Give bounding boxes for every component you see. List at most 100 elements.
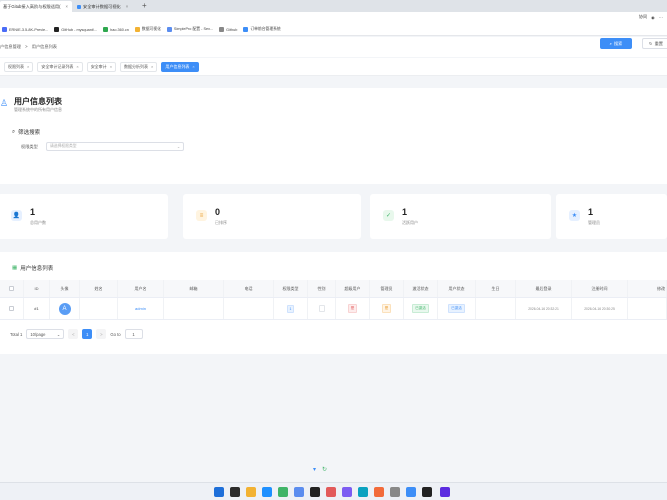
app-icon[interactable] xyxy=(326,487,336,497)
checkbox[interactable] xyxy=(9,306,14,311)
header-staff[interactable]: 管理员 xyxy=(370,280,404,297)
taskview-icon[interactable] xyxy=(230,487,240,497)
table-row[interactable]: #1 A admin 1 是 是 已激活 已激活 2026-04-16 20:3… xyxy=(0,298,667,320)
browser-toolbar-right: 协同 ◉ ⋯ xyxy=(639,14,663,20)
cell-active: 已激活 xyxy=(404,298,438,319)
header-id[interactable]: ID xyxy=(24,280,50,297)
app-icon[interactable] xyxy=(406,487,416,497)
folder-icon xyxy=(134,27,140,32)
header-name[interactable]: 姓名 xyxy=(80,280,118,297)
cell-date-joined: 2026-04-16 20:30:25 xyxy=(572,298,628,319)
cell-edit[interactable] xyxy=(628,298,667,319)
cell-avatar: A xyxy=(50,298,80,319)
browser-icon[interactable] xyxy=(262,487,272,497)
close-icon[interactable]: × xyxy=(76,64,78,69)
bookmark-item[interactable]: SimplePro 配置 - Sex... xyxy=(166,27,213,32)
app-icon[interactable] xyxy=(342,487,352,497)
bookmark-item[interactable]: hao.360.cn xyxy=(103,27,129,32)
page-tab[interactable]: 安全审计 × xyxy=(86,61,117,72)
app-icon[interactable] xyxy=(374,487,384,497)
goto-page-input[interactable]: 1 xyxy=(124,329,143,339)
search-button[interactable]: ⌕ 搜索 xyxy=(600,38,632,49)
breadcrumb-item[interactable]: 户信息管理 xyxy=(0,44,21,49)
role-tag: 1 xyxy=(286,304,295,313)
header-gender[interactable]: 性别 xyxy=(308,280,336,297)
profile-label[interactable]: 协同 xyxy=(639,14,647,20)
close-icon[interactable]: × xyxy=(126,4,128,9)
bookmark-icon xyxy=(103,27,109,32)
header-phone[interactable]: 电话 xyxy=(224,280,274,297)
stat-value: 1 xyxy=(402,207,408,217)
refresh-icon[interactable]: ↻ xyxy=(322,466,327,473)
terminal-icon[interactable] xyxy=(310,487,320,497)
bookmark-item[interactable]: GitHub - mysquant/... xyxy=(54,27,97,32)
close-icon[interactable]: × xyxy=(192,64,194,69)
checkbox[interactable] xyxy=(9,286,14,291)
cell-username[interactable]: admin xyxy=(118,298,164,319)
browser-tab-1[interactable]: 基于Gitub接入高阶与权限适用( × xyxy=(0,1,72,12)
role-type-label: 权限类型 xyxy=(21,144,38,149)
page-tab[interactable]: 数据分析列表 × xyxy=(120,61,158,72)
app-icon[interactable] xyxy=(390,487,400,497)
reset-button[interactable]: ↻ 重置 xyxy=(642,38,667,49)
chrome-icon[interactable] xyxy=(278,487,288,497)
page-tab[interactable]: 权限列表 × xyxy=(4,61,34,72)
close-icon[interactable]: × xyxy=(27,64,29,69)
breadcrumb-separator: > xyxy=(25,44,28,49)
page-tab-active[interactable]: 用户信息列表 × xyxy=(161,61,199,72)
header-last-login[interactable]: 最后登录 xyxy=(516,280,572,297)
users-icon: 👤 xyxy=(11,210,22,221)
stat-value: 0 xyxy=(215,207,221,217)
header-email[interactable]: 邮箱 xyxy=(164,280,224,297)
bookmark-item[interactable]: ERNIE-3.5-8K-Previe... xyxy=(2,27,48,32)
stat-label: 已排序 xyxy=(215,220,227,225)
header-status[interactable]: 用户状态 xyxy=(438,280,476,297)
bookmark-item[interactable]: Github xyxy=(219,27,237,32)
prev-page-button[interactable]: < xyxy=(68,329,79,339)
page-tab[interactable]: 安全审计记录列表 × xyxy=(37,61,83,72)
cell-id: #1 xyxy=(24,298,50,319)
close-icon[interactable]: × xyxy=(65,4,67,9)
header-username[interactable]: 用户名 xyxy=(118,280,164,297)
browser-tab-2[interactable]: 安全审计数据可视化 × xyxy=(74,1,140,12)
bookmark-icon xyxy=(243,27,249,32)
floating-toolbar: ▾ ↻ xyxy=(313,466,327,473)
page-number-button[interactable]: 1 xyxy=(82,329,93,339)
close-icon[interactable]: × xyxy=(110,64,112,69)
new-tab-button[interactable]: + xyxy=(142,1,147,11)
bookmark-item[interactable]: 订单前台管理系统 xyxy=(243,27,281,32)
select-all-checkbox[interactable] xyxy=(0,280,24,297)
github-icon[interactable] xyxy=(422,487,432,497)
file-explorer-icon[interactable] xyxy=(246,487,256,497)
cell-email xyxy=(164,298,224,319)
chevron-down-icon[interactable]: ▾ xyxy=(313,466,316,473)
start-icon[interactable] xyxy=(214,487,224,497)
select-placeholder: 请选择权限类型 xyxy=(50,144,77,148)
header-date-joined[interactable]: 注册时间 xyxy=(572,280,628,297)
page-size-select[interactable]: 10/page ⌄ xyxy=(26,329,65,339)
page-title: 用户信息列表 xyxy=(14,97,62,106)
close-icon[interactable]: × xyxy=(151,64,153,69)
vscode-icon[interactable] xyxy=(440,487,450,497)
cell-role: 1 xyxy=(274,298,308,319)
role-type-select[interactable]: 请选择权限类型 ⌄ xyxy=(46,142,184,151)
app-icon[interactable] xyxy=(294,487,304,497)
stat-label: 活跃用户 xyxy=(402,220,418,225)
cell-name xyxy=(80,298,118,319)
header-active[interactable]: 激活状态 xyxy=(404,280,438,297)
header-birthday[interactable]: 生日 xyxy=(476,280,516,297)
header-superuser[interactable]: 超级用户 xyxy=(336,280,370,297)
menu-dots-icon[interactable]: ⋯ xyxy=(659,15,663,20)
list-icon: ▦ xyxy=(12,265,18,271)
user-icon[interactable]: ◉ xyxy=(651,15,655,20)
row-checkbox[interactable] xyxy=(0,298,24,319)
cell-gender xyxy=(308,298,336,319)
github-icon xyxy=(54,27,60,32)
bookmark-item[interactable]: 数据可视化 xyxy=(134,27,161,32)
next-page-button[interactable]: > xyxy=(96,329,107,339)
goto-label: Go to xyxy=(110,331,121,337)
breadcrumb: 户信息管理 > 用户信息列表 xyxy=(0,37,667,57)
header-role[interactable]: 权限类型 xyxy=(274,280,308,297)
stat-card-admins: ★ 1 管理员 xyxy=(556,194,667,239)
app-icon[interactable] xyxy=(358,487,368,497)
